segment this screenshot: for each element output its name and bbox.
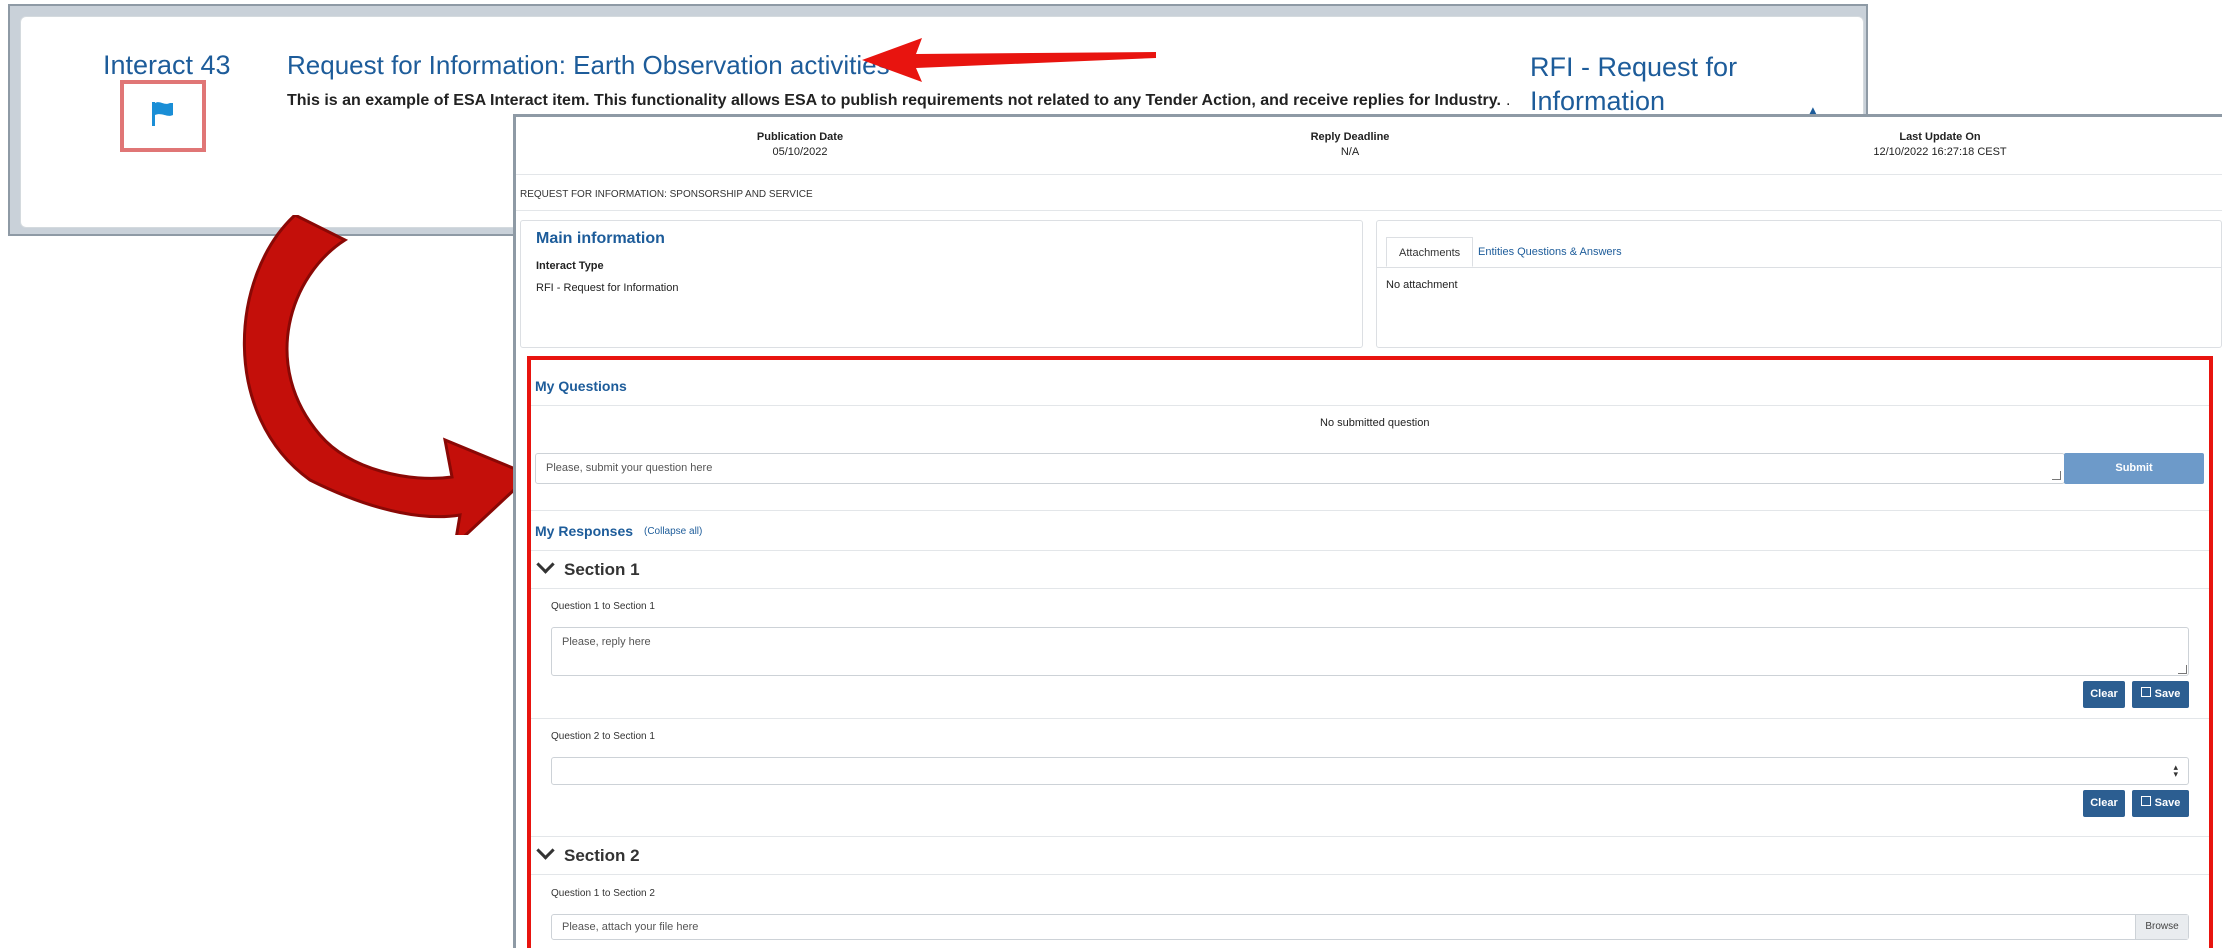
divider (531, 836, 2209, 837)
section-1-title: Section 1 (564, 560, 640, 579)
flag-highlight-box (120, 80, 206, 152)
question-label: Question 1 to Section 2 (551, 888, 655, 899)
publication-date: Publication Date 05/10/2022 (720, 130, 880, 160)
section-1-header[interactable]: Section 1 (536, 555, 640, 580)
divider (531, 510, 2209, 511)
save-icon (2140, 687, 2151, 697)
reply-deadline-value: N/A (1340, 146, 1360, 158)
save-button[interactable]: Save (2132, 790, 2189, 817)
question-label: Question 2 to Section 1 (551, 731, 655, 742)
tab-divider (1377, 267, 2222, 268)
divider (516, 210, 2222, 211)
divider (516, 174, 2222, 175)
interact-type-label: Interact Type (536, 260, 604, 272)
flag-icon (152, 102, 173, 126)
file-placeholder: Please, attach your file here (562, 921, 699, 933)
clear-button[interactable]: Clear (2083, 681, 2125, 708)
save-icon (2140, 796, 2151, 806)
last-update-label: Last Update On (1899, 131, 1981, 143)
reply-deadline: Reply Deadline N/A (1270, 130, 1430, 160)
publication-date-value: 05/10/2022 (772, 146, 828, 158)
tab-entities-qa[interactable]: Entities Questions & Answers (1466, 237, 1634, 267)
submit-button[interactable]: Submit (2064, 453, 2204, 484)
interact-id[interactable]: Interact 43 (103, 50, 231, 81)
request-title: REQUEST FOR INFORMATION: SPONSORSHIP AND… (520, 189, 813, 200)
select-arrows-icon: ▴ ▾ (2173, 762, 2178, 779)
resize-handle-icon[interactable] (2178, 665, 2187, 674)
interact-title-link[interactable]: Request for Information: Earth Observati… (287, 50, 890, 81)
main-information-heading: Main information (536, 230, 665, 247)
my-questions-heading: My Questions (535, 378, 627, 394)
section-2-title: Section 2 (564, 846, 640, 865)
interact-description: This is an example of ESA Interact item.… (287, 92, 1501, 109)
publication-date-label: Publication Date (756, 131, 844, 143)
divider (531, 718, 2209, 719)
file-upload-field[interactable]: Please, attach your file here Browse (551, 914, 2189, 940)
no-attachment-text: No attachment (1386, 279, 1458, 291)
reply-deadline-label: Reply Deadline (1310, 131, 1390, 143)
question-label: Question 1 to Section 1 (551, 601, 655, 612)
my-responses-heading: My Responses (535, 523, 634, 539)
clear-button[interactable]: Clear (2083, 790, 2125, 817)
section-2-header[interactable]: Section 2 (536, 841, 640, 866)
divider (531, 550, 2209, 551)
last-update-value: 12/10/2022 16:27:18 CEST (1873, 146, 2007, 158)
separator-dot: . (1506, 92, 1511, 109)
question-input[interactable]: Please, submit your question here (535, 453, 2065, 484)
curved-red-arrow-annotation (242, 215, 530, 535)
save-button-label: Save (2154, 688, 2181, 700)
browse-button[interactable]: Browse (2135, 915, 2188, 939)
divider (531, 874, 2209, 875)
reply-textarea[interactable]: Please, reply here (551, 627, 2189, 676)
divider (531, 588, 2209, 589)
answer-select[interactable]: ▴ ▾ (551, 757, 2189, 785)
resize-handle-icon[interactable] (2052, 471, 2061, 480)
save-button[interactable]: Save (2132, 681, 2189, 708)
save-button-label: Save (2154, 797, 2181, 809)
collapse-all-link[interactable]: (Collapse all) (644, 526, 702, 537)
interact-type-value: RFI - Request for Information (536, 282, 679, 294)
red-arrow-left-annotation (862, 38, 1156, 82)
last-update: Last Update On 12/10/2022 16:27:18 CEST (1830, 130, 2050, 160)
divider (531, 405, 2209, 406)
no-question-text: No submitted question (1320, 417, 1430, 429)
tab-attachments[interactable]: Attachments (1386, 237, 1474, 267)
interact-type-label: RFI - Request for Information (1530, 52, 1738, 116)
